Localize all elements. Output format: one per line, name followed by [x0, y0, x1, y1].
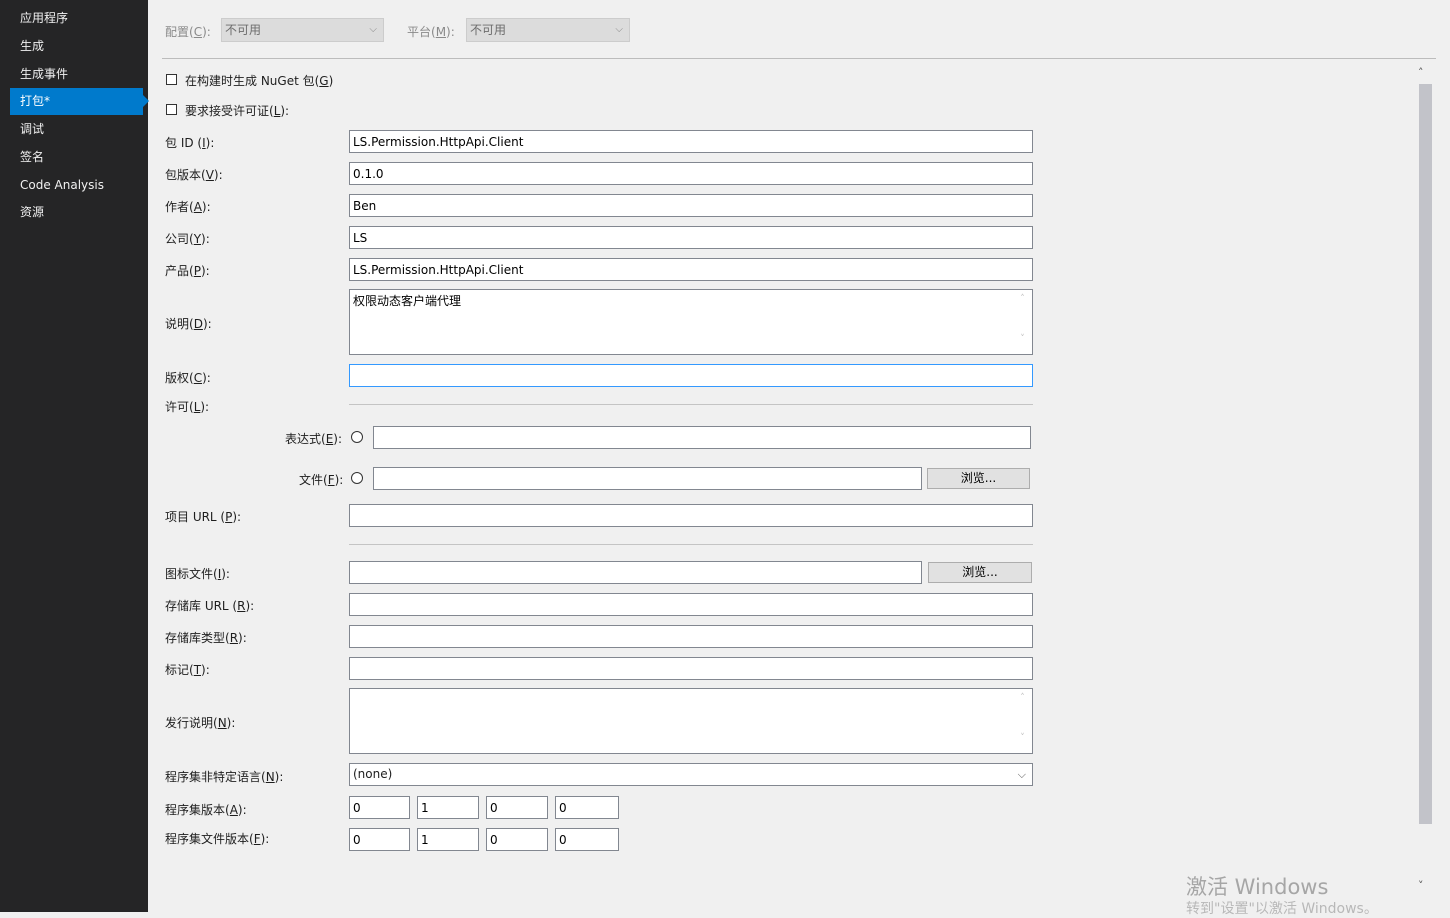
repo-type-label: 存储库类型(R):: [165, 631, 247, 645]
tags-label: 标记(T):: [165, 663, 210, 677]
sidebar-item-build-events[interactable]: 生成事件: [10, 61, 143, 88]
expression-label: 表达式(E):: [285, 432, 343, 446]
product-input[interactable]: [349, 258, 1033, 281]
activation-watermark-subtitle: 转到"设置"以激活 Windows。: [1186, 901, 1378, 917]
scroll-down-icon[interactable]: ˅: [1418, 879, 1424, 892]
icon-file-label: 图标文件(I):: [165, 567, 230, 581]
company-label: 公司(Y):: [165, 232, 210, 246]
sidebar-item-application[interactable]: 应用程序: [10, 5, 143, 32]
browse-icon-button[interactable]: 浏览...: [928, 562, 1032, 583]
release-notes-textarea[interactable]: [349, 688, 1033, 754]
file-version-revision[interactable]: [555, 828, 619, 851]
version-input[interactable]: [349, 162, 1033, 185]
company-input[interactable]: [349, 226, 1033, 249]
author-label: 作者(A):: [165, 200, 211, 214]
file-radio[interactable]: [351, 472, 363, 484]
file-label: 文件(F):: [299, 473, 344, 487]
file-version-build[interactable]: [486, 828, 548, 851]
activation-watermark-title: 激活 Windows: [1186, 875, 1329, 899]
chevron-up-icon[interactable]: ˄: [1014, 693, 1031, 703]
scroll-up-icon[interactable]: ˄: [1418, 66, 1424, 79]
product-label: 产品(P):: [165, 264, 210, 278]
sidebar-item-signing[interactable]: 签名: [10, 144, 143, 171]
license-separator: [349, 404, 1033, 405]
project-url-input[interactable]: [349, 504, 1033, 527]
config-label: 配置(C):: [165, 25, 211, 39]
chevron-down-icon: ⌵: [1017, 768, 1026, 781]
project-properties-sidebar: 应用程序 生成 生成事件 打包* 调试 签名 Code Analysis 资源: [0, 0, 149, 912]
platform-select[interactable]: 不可用 ⌵: [466, 18, 630, 42]
sidebar-item-debug[interactable]: 调试: [10, 116, 143, 143]
assembly-version-revision[interactable]: [555, 796, 619, 819]
expression-radio[interactable]: [351, 431, 363, 443]
top-divider: [162, 58, 1436, 59]
neutral-language-label: 程序集非特定语言(N):: [165, 770, 284, 784]
chevron-down-icon[interactable]: ˅: [1014, 733, 1031, 743]
repo-url-input[interactable]: [349, 593, 1033, 616]
icon-file-input[interactable]: [349, 561, 922, 584]
sidebar-item-build[interactable]: 生成: [10, 33, 143, 60]
package-id-label: 包 ID (I):: [165, 136, 215, 150]
description-scrollbar[interactable]: ˄ ˅: [1014, 292, 1031, 352]
expression-input[interactable]: [373, 426, 1031, 449]
tags-input[interactable]: [349, 657, 1033, 680]
assembly-version-build[interactable]: [486, 796, 548, 819]
sidebar-item-package[interactable]: 打包*: [10, 88, 149, 115]
scrollbar-thumb[interactable]: [1419, 84, 1432, 824]
chevron-up-icon[interactable]: ˄: [1014, 294, 1031, 304]
file-version-minor[interactable]: [417, 828, 479, 851]
description-label: 说明(D):: [165, 317, 212, 331]
description-textarea[interactable]: 权限动态客户端代理: [349, 289, 1033, 355]
sidebar-item-resources[interactable]: 资源: [10, 199, 143, 226]
browse-license-button[interactable]: 浏览...: [927, 468, 1030, 489]
package-id-input[interactable]: [349, 130, 1033, 153]
neutral-language-select[interactable]: (none) ⌵: [349, 763, 1033, 786]
section-separator: [349, 544, 1033, 545]
license-section-label: 许可(L):: [165, 400, 210, 414]
chevron-down-icon[interactable]: ˅: [1014, 334, 1031, 344]
author-input[interactable]: [349, 194, 1033, 217]
assembly-version-label: 程序集版本(A):: [165, 803, 247, 817]
assembly-version-minor[interactable]: [417, 796, 479, 819]
release-notes-label: 发行说明(N):: [165, 716, 236, 730]
license-checkbox-label[interactable]: 要求接受许可证(L):: [185, 102, 289, 119]
copyright-input[interactable]: [349, 364, 1033, 387]
copyright-label: 版权(C):: [165, 371, 211, 385]
release-notes-scrollbar[interactable]: ˄ ˅: [1014, 691, 1031, 751]
project-url-label: 项目 URL (P):: [165, 510, 242, 524]
repo-url-label: 存储库 URL (R):: [165, 599, 255, 613]
chevron-down-icon: ⌵: [369, 24, 377, 35]
license-file-input[interactable]: [373, 467, 922, 490]
main-scrollbar[interactable]: ˄ ˅: [1413, 64, 1436, 899]
config-select[interactable]: 不可用 ⌵: [221, 18, 384, 42]
file-version-major[interactable]: [349, 828, 410, 851]
sidebar-item-code-analysis[interactable]: Code Analysis: [10, 172, 143, 199]
assembly-version-major[interactable]: [349, 796, 410, 819]
version-label: 包版本(V):: [165, 168, 223, 182]
nuget-checkbox[interactable]: [166, 74, 177, 85]
chevron-down-icon: ⌵: [615, 24, 623, 35]
file-version-label: 程序集文件版本(F):: [165, 832, 270, 846]
nuget-checkbox-label[interactable]: 在构建时生成 NuGet 包(G): [185, 72, 333, 89]
platform-label: 平台(M):: [407, 25, 455, 39]
license-checkbox[interactable]: [166, 104, 177, 115]
repo-type-input[interactable]: [349, 625, 1033, 648]
